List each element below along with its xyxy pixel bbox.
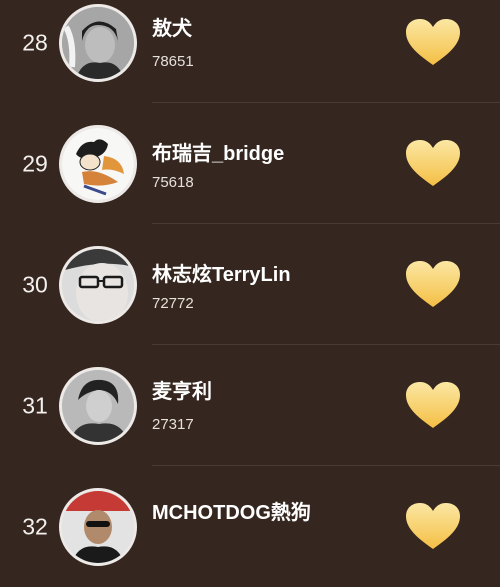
vote-count: 27317	[152, 416, 194, 433]
contestant-name: 林志炫TerryLin	[152, 264, 291, 286]
heart-icon	[406, 260, 460, 307]
avatar-photo-icon	[62, 248, 134, 321]
list-item[interactable]: 30 林志炫TerryLin 72772	[0, 224, 500, 345]
like-button[interactable]	[404, 502, 462, 552]
heart-icon	[406, 381, 460, 428]
rank-number: 29	[22, 150, 48, 176]
like-button[interactable]	[404, 18, 462, 68]
rank-number: 28	[22, 29, 48, 55]
avatar[interactable]	[59, 366, 137, 445]
avatar-photo-icon	[62, 6, 134, 79]
avatar-photo-icon	[62, 369, 134, 442]
avatar-photo-icon	[62, 490, 134, 563]
avatar[interactable]	[59, 3, 137, 82]
list-item[interactable]: 29 布瑞吉_bridge 75618	[0, 103, 500, 224]
avatar[interactable]	[59, 245, 137, 324]
like-button[interactable]	[404, 139, 462, 189]
like-button[interactable]	[404, 381, 462, 431]
avatar[interactable]	[59, 487, 137, 566]
like-button[interactable]	[404, 260, 462, 310]
heart-icon	[406, 139, 460, 186]
contestant-name: 麦亨利	[152, 381, 212, 403]
avatar[interactable]	[59, 124, 137, 203]
rank-number: 30	[22, 271, 48, 297]
list-item[interactable]: 31 麦亨利 27317	[0, 345, 500, 466]
vote-count: 78651	[152, 53, 194, 70]
heart-icon	[406, 502, 460, 549]
ranking-list: 28 敖犬 78651 29 布瑞吉_bridge 75618 30 林志炫Te…	[0, 0, 500, 566]
contestant-name: 敖犬	[152, 18, 192, 40]
vote-count: 72772	[152, 295, 194, 312]
rank-number: 31	[22, 392, 48, 418]
vote-count: 75618	[152, 174, 194, 191]
list-item[interactable]: 32 MCHOTDOG熱狗	[0, 466, 500, 587]
list-item[interactable]: 28 敖犬 78651	[0, 0, 500, 103]
avatar-illustration-icon	[62, 127, 134, 200]
contestant-name: 布瑞吉_bridge	[152, 143, 285, 165]
heart-icon	[406, 18, 460, 65]
contestant-name: MCHOTDOG熱狗	[152, 502, 311, 524]
